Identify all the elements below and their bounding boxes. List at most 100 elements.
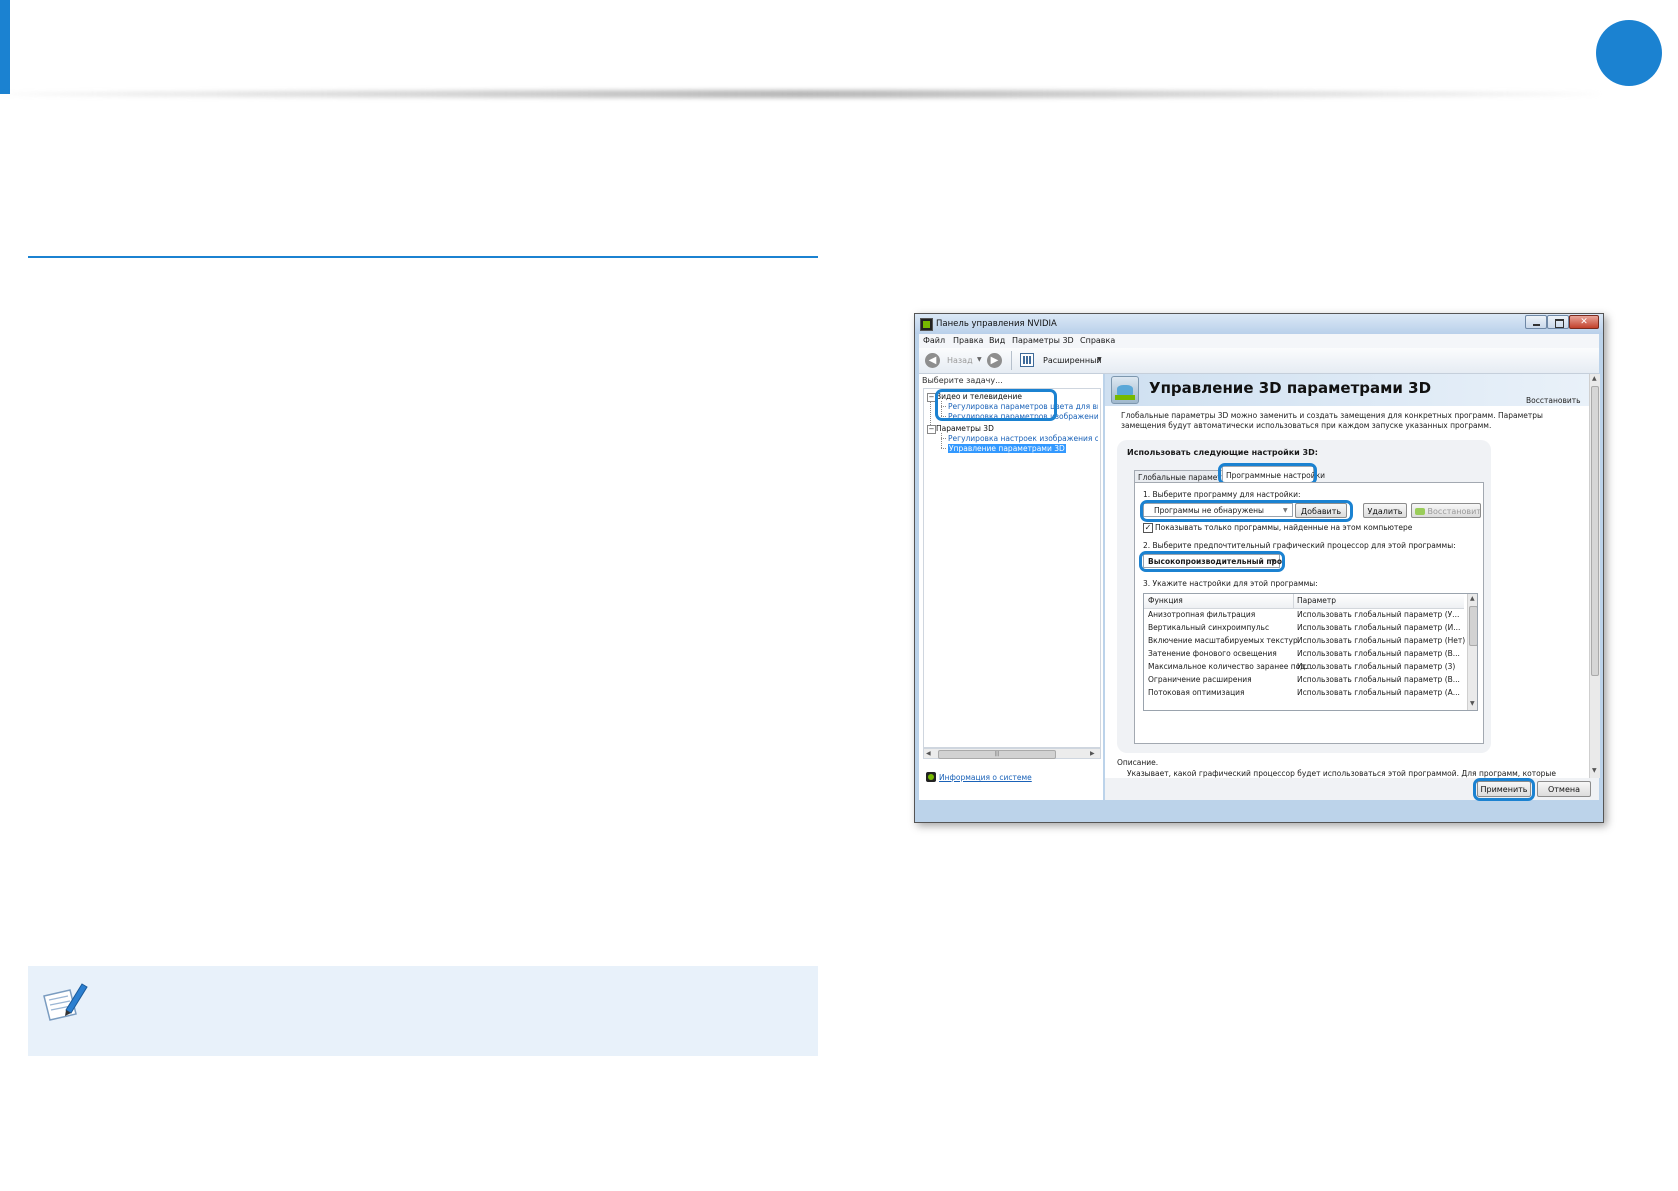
program-dropdown-arrow-icon: ▼ [1283, 507, 1288, 514]
table-vertical-scrollbar[interactable]: ▲ ▼ [1467, 594, 1477, 710]
tree-item-3d-manage[interactable]: Управление параметрами 3D [948, 444, 1066, 453]
table-cell-function: Анизотропная фильтрация [1148, 610, 1256, 619]
scroll-left-arrow-icon[interactable]: ◀ [926, 750, 931, 757]
3d-settings-icon [1111, 376, 1139, 404]
cancel-button[interactable]: Отмена [1537, 781, 1591, 797]
page-corner-circle [1596, 20, 1662, 86]
table-cell-function: Потоковая оптимизация [1148, 688, 1245, 697]
show-found-programs-checkbox[interactable]: ✓ [1143, 523, 1153, 533]
task-tree: − Видео и телевидение Регулировка параме… [923, 388, 1101, 748]
table-header: Функция Параметр [1144, 594, 1464, 609]
table-cell-function: Максимальное количество заранее под... [1148, 662, 1313, 671]
menu-help[interactable]: Справка [1080, 336, 1115, 345]
table-cell-parameter: Использовать глобальный параметр (В... [1297, 675, 1460, 684]
page-description: Глобальные параметры 3D можно заменить и… [1121, 411, 1543, 430]
table-cell-parameter: Использовать глобальный параметр (И... [1297, 623, 1461, 632]
menu-3d-settings[interactable]: Параметры 3D [1012, 336, 1074, 345]
task-panel-header: Выберите задачу... [922, 376, 1003, 385]
gpu-dropdown-value: Высокопроизводительный про [1148, 557, 1283, 566]
table-cell-parameter: Использовать глобальный параметр (В... [1297, 649, 1460, 658]
gpu-dropdown[interactable]: Высокопроизводительный про ▼ [1143, 554, 1283, 568]
tree-item-video-image[interactable]: Регулировка параметров изображения для в… [948, 412, 1098, 421]
description-text: Указывает, какой графический процессор б… [1127, 769, 1556, 778]
step1-label: 1. Выберите программу для настройки: [1143, 490, 1301, 499]
tab-global-settings-label: Глобальные параметры [1138, 473, 1233, 482]
main-vertical-scrollbar[interactable]: ▲ ▼ [1589, 374, 1600, 778]
tab-program-settings-label: Программные настройки [1226, 471, 1326, 480]
tree-expander-video[interactable]: − [927, 393, 936, 402]
table-row[interactable]: Максимальное количество заранее под... Ис… [1144, 660, 1464, 674]
tree-horizontal-scrollbar[interactable]: ◀ ||| ▶ [923, 748, 1101, 759]
table-cell-function: Затенение фонового освещения [1148, 649, 1277, 658]
remove-program-label: Удалить [1367, 507, 1403, 516]
header-shadow-line [0, 90, 1600, 98]
settings-heading: Использовать следующие настройки 3D: [1127, 448, 1318, 457]
menu-view[interactable]: Вид [989, 336, 1005, 345]
forward-arrow-icon[interactable]: ▶ [987, 353, 1002, 368]
view-grid-icon[interactable] [1020, 353, 1034, 367]
tab-program-settings[interactable]: Программные настройки [1222, 466, 1325, 483]
table-row[interactable]: Включение масштабируемых текстур Использо… [1144, 634, 1466, 648]
scroll-right-arrow-icon[interactable]: ▶ [1090, 750, 1095, 757]
table-row[interactable]: Вертикальный синхроимпульс Использовать г… [1144, 621, 1464, 635]
table-row[interactable]: Анизотропная фильтрация Использовать глоб… [1144, 608, 1464, 622]
tree-item-video-color[interactable]: Регулировка параметров цвета для видео [948, 402, 1098, 411]
table-row[interactable]: Потоковая оптимизация Использовать глобал… [1144, 686, 1464, 700]
tree-group-3d[interactable]: Параметры 3D [936, 424, 994, 433]
step2-label: 2. Выберите предпочтительный графический… [1143, 541, 1456, 550]
back-dropdown-icon[interactable]: ▼ [977, 356, 982, 363]
back-arrow-icon[interactable]: ◀ [925, 353, 940, 368]
close-button[interactable]: ✕ [1569, 315, 1599, 329]
note-pencil-icon [43, 983, 88, 1021]
table-cell-function: Ограничение расширения [1148, 675, 1252, 684]
nvidia-app-icon [920, 318, 933, 331]
view-mode-label[interactable]: Расширенный [1043, 356, 1102, 365]
step3-label: 3. Укажите настройки для этой программы: [1143, 579, 1318, 588]
tree-item-3d-preview[interactable]: Регулировка настроек изображения с просм… [948, 434, 1098, 443]
remove-program-button[interactable]: Удалить [1363, 503, 1407, 518]
restore-green-icon [1415, 508, 1425, 515]
tree-scroll-thumb[interactable]: ||| [938, 750, 1056, 759]
table-row[interactable]: Ограничение расширения Использовать глоба… [1144, 673, 1464, 687]
menu-edit[interactable]: Правка [953, 336, 983, 345]
back-label[interactable]: Назад [947, 356, 973, 365]
toolbar-separator [1011, 351, 1012, 370]
menu-file[interactable]: Файл [923, 336, 945, 345]
table-scroll-thumb[interactable] [1469, 606, 1477, 646]
table-cell-parameter: Использовать глобальный параметр (А... [1297, 688, 1460, 697]
restore-defaults-link[interactable]: Восстановить [1526, 396, 1581, 405]
col-header-parameter[interactable]: Параметр [1297, 594, 1336, 608]
table-scroll-down-icon[interactable]: ▼ [1470, 700, 1475, 707]
main-scroll-down-icon[interactable]: ▼ [1592, 767, 1597, 774]
task-panel: Выберите задачу... − Видео и телевидение… [919, 374, 1103, 800]
title-bar: Панель управления NVIDIA ✕ [915, 314, 1603, 334]
col-header-function[interactable]: Функция [1148, 594, 1183, 608]
nvidia-window: Панель управления NVIDIA ✕ Файл Правка В… [914, 313, 1604, 823]
description-label: Описание. [1117, 758, 1159, 767]
program-dropdown-value: Программы не обнаружены [1154, 506, 1264, 515]
close-icon: ✕ [1580, 317, 1588, 327]
page-title: Управление 3D параметрами 3D [1149, 379, 1432, 397]
table-cell-parameter: Использовать глобальный параметр (Нет) [1297, 636, 1466, 645]
bottom-bar: Применить Отмена [1105, 778, 1599, 801]
system-info-link[interactable]: Информация о системе [939, 773, 1032, 782]
minimize-button[interactable] [1525, 315, 1547, 329]
tree-group-video[interactable]: Видео и телевидение [936, 392, 1022, 401]
section-divider [28, 256, 818, 258]
main-scroll-thumb[interactable] [1591, 386, 1599, 676]
restore-program-button[interactable]: Восстановить [1411, 503, 1481, 518]
view-mode-dropdown-icon[interactable]: ▼ [1097, 356, 1102, 363]
table-row[interactable]: Затенение фонового освещения Использовать… [1144, 647, 1464, 661]
tree-expander-3d[interactable]: − [927, 425, 936, 434]
page-left-accent-bar [0, 0, 10, 94]
program-dropdown[interactable]: Программы не обнаружены ▼ [1143, 503, 1293, 517]
maximize-button[interactable] [1547, 315, 1569, 329]
table-cell-parameter: Использовать глобальный параметр (У... [1297, 610, 1460, 619]
main-scroll-up-icon[interactable]: ▲ [1592, 375, 1597, 382]
apply-button[interactable]: Применить [1477, 781, 1531, 797]
note-box [28, 966, 818, 1056]
table-scroll-up-icon[interactable]: ▲ [1470, 595, 1475, 602]
system-info-icon [926, 772, 936, 782]
add-program-button[interactable]: Добавить [1295, 503, 1347, 518]
show-found-programs-label[interactable]: Показывать только программы, найденные н… [1155, 523, 1412, 532]
